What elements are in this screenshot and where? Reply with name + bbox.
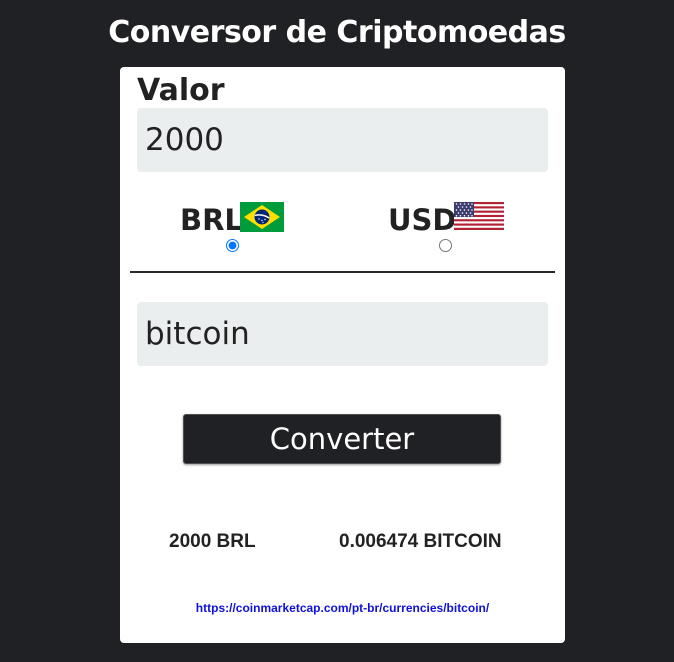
coin-input[interactable]: [137, 302, 548, 366]
brazil-flag-icon: [240, 202, 284, 237]
value-label: Valor: [137, 73, 225, 108]
convert-button[interactable]: Converter: [183, 414, 501, 464]
converter-card: Valor BRL USD: [120, 67, 565, 643]
currency-radio-usd[interactable]: [439, 239, 452, 252]
usa-flag-icon: [454, 202, 504, 235]
currency-label-usd: USD: [388, 203, 457, 237]
currency-option-usd: USD: [377, 200, 517, 260]
source-link[interactable]: https://coinmarketcap.com/pt-br/currenci…: [120, 601, 565, 615]
value-input[interactable]: [137, 108, 548, 172]
currency-radio-brl[interactable]: [226, 239, 239, 252]
page-title: Conversor de Criptomoedas: [108, 15, 566, 50]
currency-option-brl: BRL: [168, 200, 308, 260]
result-from-amount: 2000 BRL: [169, 531, 256, 552]
divider: [130, 271, 555, 273]
result-to-amount: 0.006474 BITCOIN: [339, 531, 502, 552]
currency-label-brl: BRL: [180, 203, 243, 237]
